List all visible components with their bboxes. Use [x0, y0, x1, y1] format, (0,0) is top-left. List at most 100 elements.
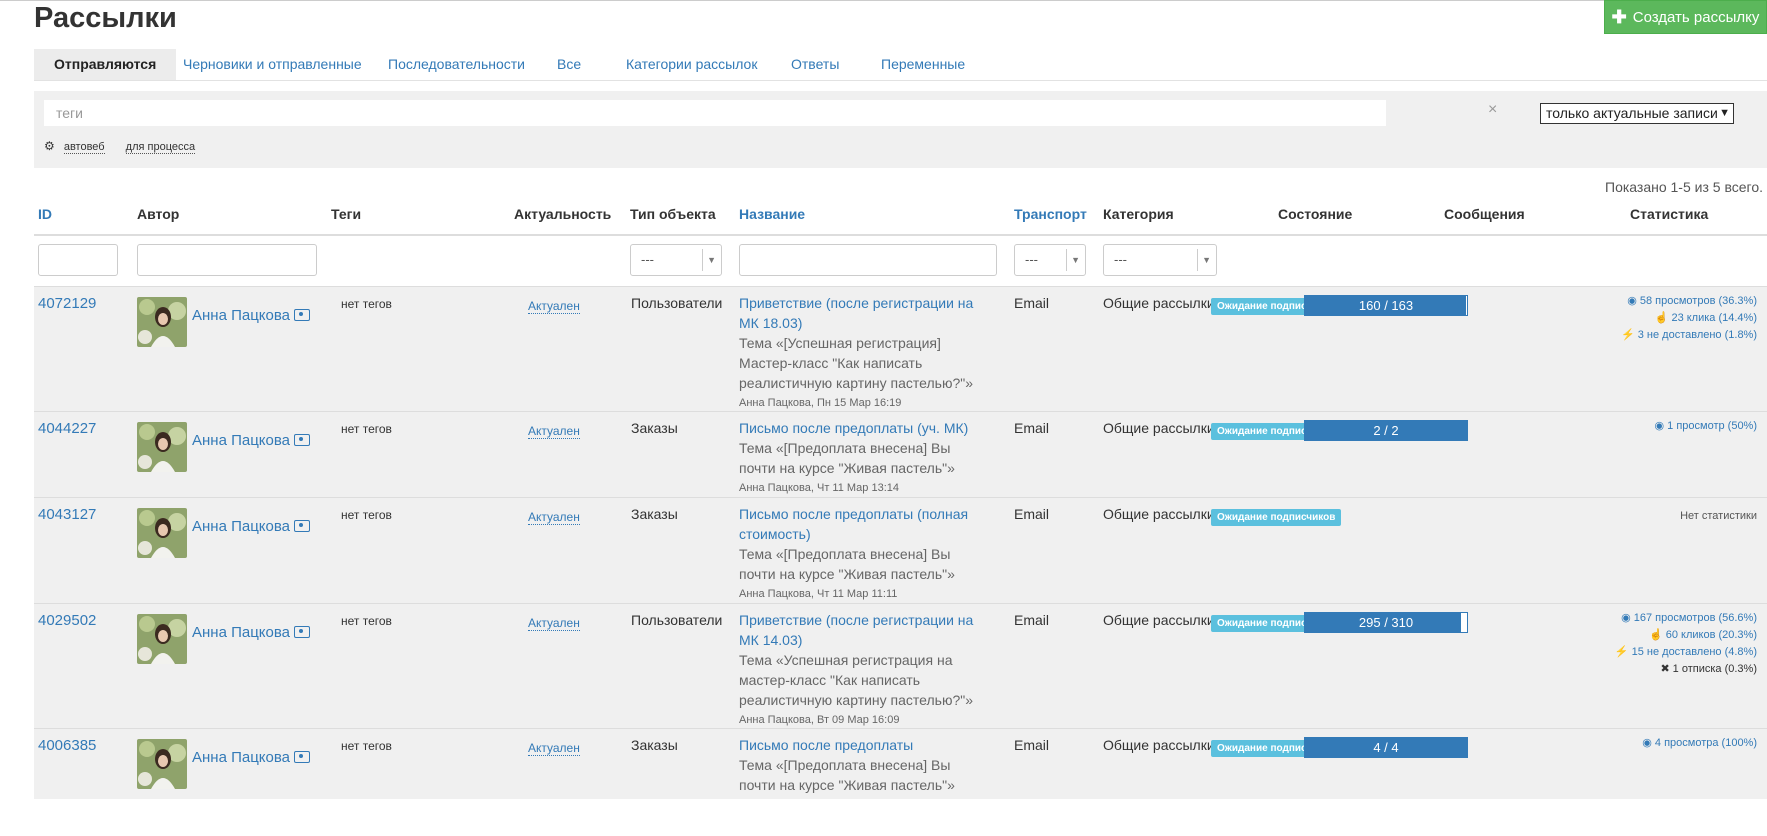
avatar — [137, 614, 187, 664]
stat-line[interactable]: ⚡ 3 не доставлено (1.8%) — [1621, 327, 1757, 344]
mailing-id-link[interactable]: 4072129 — [38, 295, 96, 312]
page-title: Рассылки — [34, 2, 177, 34]
name-filter-input[interactable] — [739, 244, 997, 276]
author-link[interactable]: Анна Пацкова — [192, 624, 290, 641]
actuality-cell: Актуален — [528, 297, 580, 314]
stat-line[interactable]: ☝ 23 клика (14.4%) — [1621, 310, 1757, 327]
progress-remaining — [1465, 295, 1468, 316]
transport-cell: Email — [1014, 506, 1050, 522]
mailing-id-link[interactable]: 4006385 — [38, 737, 96, 754]
actuality-select[interactable]: только актуальные записи ▼ — [1540, 103, 1734, 124]
author-cell: Анна Пацкова — [192, 432, 311, 449]
author-link[interactable]: Анна Пацкова — [192, 307, 290, 324]
tab-sequences[interactable]: Последовательности — [388, 49, 525, 80]
stats-cell: ◉ 167 просмотров (56.6%) ☝ 60 кликов (20.3%… — [1615, 610, 1757, 678]
messages-count: 160 / 163 — [1358, 298, 1414, 313]
tab-sending[interactable]: Отправляются — [34, 49, 177, 80]
col-id[interactable]: ID — [38, 206, 52, 222]
actuality-link[interactable]: Актуален — [528, 616, 580, 631]
actuality-link[interactable]: Актуален — [528, 299, 580, 314]
tab-variables[interactable]: Переменные — [881, 49, 965, 80]
close-icon: ✖ — [1660, 663, 1670, 675]
create-mailing-button[interactable]: ✚ Создать рассылку — [1604, 0, 1767, 34]
id-card-icon[interactable] — [294, 626, 311, 638]
mailing-title-link[interactable]: Письмо после предоплаты — [739, 735, 979, 755]
tab-replies[interactable]: Ответы — [791, 49, 839, 80]
actuality-cell: Актуален — [528, 508, 580, 525]
messages-count: 295 / 310 — [1358, 615, 1414, 630]
filter-panel: теги — [34, 91, 1767, 168]
stat-value: 4 просмотра (100%) — [1654, 737, 1757, 749]
stat-line: ✖ 1 отписка (0.3%) — [1615, 661, 1757, 678]
tag-chip[interactable]: для процесса — [125, 141, 196, 154]
author-filter-input[interactable] — [137, 244, 317, 276]
results-summary: Показано 1-5 из 5 всего. — [1605, 179, 1763, 195]
tags-cell: нет тегов — [341, 508, 392, 522]
tag-chip[interactable]: автовеб — [63, 141, 105, 154]
tab-all[interactable]: Все — [557, 49, 581, 80]
actuality-link[interactable]: Актуален — [528, 741, 580, 756]
transport-filter-select[interactable]: --- ▼ — [1014, 244, 1086, 276]
stats-cell: ◉ 1 просмотр (50%) — [1655, 418, 1757, 435]
col-state: Состояние — [1278, 206, 1353, 222]
col-messages: Сообщения — [1444, 206, 1525, 222]
messages-count: 4 / 4 — [1373, 740, 1399, 755]
mailing-id-link[interactable]: 4029502 — [38, 612, 96, 629]
stat-value: 3 не доставлено (1.8%) — [1637, 329, 1757, 341]
eye-icon: ◉ — [1627, 295, 1637, 307]
col-transport[interactable]: Транспорт — [1014, 206, 1087, 222]
stat-line[interactable]: ◉ 1 просмотр (50%) — [1655, 418, 1757, 435]
stat-value: 60 кликов (20.3%) — [1665, 629, 1757, 641]
author-cell: Анна Пацкова — [192, 307, 311, 324]
mailing-id-link[interactable]: 4043127 — [38, 506, 96, 523]
id-card-icon[interactable] — [294, 520, 311, 532]
caret-down-icon: ▼ — [1071, 255, 1080, 265]
gear-icon[interactable]: ⚙ — [44, 139, 55, 153]
actuality-link[interactable]: Актуален — [528, 510, 580, 525]
author-link[interactable]: Анна Пацкова — [192, 749, 290, 766]
object-type-filter-select[interactable]: --- ▼ — [630, 244, 722, 276]
col-name[interactable]: Название — [739, 206, 805, 222]
stat-line[interactable]: ◉ 58 просмотров (36.3%) — [1621, 293, 1757, 310]
actuality-select-value: только актуальные записи — [1546, 105, 1718, 121]
lightning-icon: ⚡ — [1614, 646, 1629, 658]
table-header: ID Автор Теги Актуальность Тип объекта Н… — [34, 202, 1767, 236]
mailing-title-link[interactable]: Письмо после предоплаты (полная стоимост… — [739, 504, 979, 544]
id-card-icon[interactable] — [294, 309, 311, 321]
tab-drafts-sent[interactable]: Черновики и отправленные — [183, 49, 362, 80]
stat-line[interactable]: ◉ 167 просмотров (56.6%) — [1615, 610, 1757, 627]
col-author: Автор — [137, 206, 180, 222]
transport-cell: Email — [1014, 737, 1050, 753]
mailing-meta: Анна Пацкова, Чт 11 Мар 13:14 — [739, 482, 899, 494]
object-type-cell: Заказы — [631, 506, 678, 522]
lightning-icon: ⚡ — [1621, 329, 1635, 341]
stat-line[interactable]: ◉ 4 просмотра (100%) — [1642, 735, 1757, 752]
clear-icon[interactable]: × — [1488, 101, 1497, 119]
author-cell: Анна Пацкова — [192, 749, 311, 766]
caret-down-icon: ▼ — [1202, 255, 1211, 265]
id-card-icon[interactable] — [294, 434, 311, 446]
mailing-title-link[interactable]: Письмо после предоплаты (уч. МК) — [739, 418, 979, 438]
table-row: 4043127 Анна Пацкова нет тегов Актуален Зака… — [34, 497, 1767, 604]
author-link[interactable]: Анна Пацкова — [192, 518, 290, 535]
mailing-title-link[interactable]: Приветствие (после регистрации на МК 14.… — [739, 610, 979, 650]
stat-line[interactable]: ☝ 60 кликов (20.3%) — [1615, 627, 1757, 644]
actuality-link[interactable]: Актуален — [528, 424, 580, 439]
id-filter-input[interactable] — [38, 244, 118, 276]
tab-categories[interactable]: Категории рассылок — [626, 49, 757, 80]
transport-cell: Email — [1014, 295, 1050, 311]
tags-filter-input[interactable]: теги — [44, 100, 1386, 126]
plus-icon: ✚ — [1611, 6, 1627, 27]
col-actuality: Актуальность — [514, 206, 612, 222]
mailing-subject: Тема «Успешная регистрация на мастер-кла… — [739, 652, 973, 708]
id-card-icon[interactable] — [294, 751, 311, 763]
stats-cell: ◉ 4 просмотра (100%) — [1642, 735, 1757, 752]
mailing-meta: Анна Пацкова, Пн 15 Мар 16:19 — [739, 397, 902, 409]
category-filter-select[interactable]: --- ▼ — [1103, 244, 1217, 276]
tags-cell: нет тегов — [341, 297, 392, 311]
no-stats: Нет статистики — [1680, 510, 1757, 522]
mailing-title-link[interactable]: Приветствие (после регистрации на МК 18.… — [739, 293, 979, 333]
mailing-id-link[interactable]: 4044227 — [38, 420, 96, 437]
stat-line[interactable]: ⚡ 15 не доставлено (4.8%) — [1615, 644, 1757, 661]
author-link[interactable]: Анна Пацкова — [192, 432, 290, 449]
